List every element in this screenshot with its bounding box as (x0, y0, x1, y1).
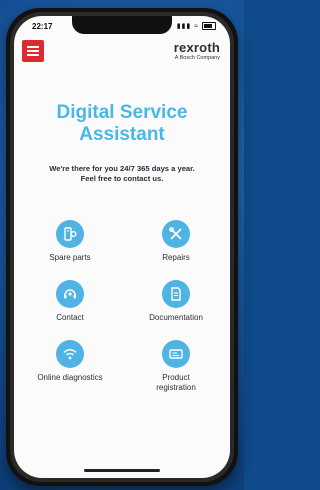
headset-icon (64, 289, 76, 299)
registration-card-icon (169, 349, 183, 359)
tile-documentation[interactable]: Documentation (131, 280, 221, 323)
page-subtitle-line1: We're there for you 24/7 365 days a year… (49, 164, 195, 173)
tile-contact[interactable]: Contact (25, 280, 115, 323)
tile-label-line1: Product (162, 373, 190, 382)
spare-parts-icon (64, 227, 77, 241)
product-registration-icon-circle (162, 340, 190, 368)
document-icon (171, 287, 181, 301)
battery-icon (202, 22, 216, 31)
status-icons: ▮▮▮ ≈ (176, 22, 216, 31)
repairs-icon-circle (162, 220, 190, 248)
online-diagnostics-icon-circle (56, 340, 84, 368)
page-subtitle-line2: Feel free to contact us. (80, 174, 164, 183)
hamburger-menu-icon (27, 54, 39, 56)
menu-button[interactable] (22, 40, 44, 62)
tile-online-diagnostics[interactable]: Online diagnostics (25, 340, 115, 383)
phone-notch (72, 16, 172, 34)
spare-parts-icon-circle (56, 220, 84, 248)
status-time: 22:17 (32, 22, 53, 31)
documentation-icon-circle (162, 280, 190, 308)
tile-spare-parts[interactable]: Spare parts (25, 220, 115, 263)
tile-product-registration[interactable]: Product registration (131, 340, 221, 393)
tile-label: Documentation (149, 313, 203, 322)
signal-icon: ▮▮▮ (176, 23, 192, 30)
home-indicator[interactable] (84, 469, 160, 472)
page-title-line1: Digital Service (56, 102, 188, 123)
contact-icon-circle (56, 280, 84, 308)
hamburger-menu-icon (27, 46, 39, 48)
wifi-icon: ≈ (194, 23, 200, 30)
brand-subtitle: A Bosch Company (174, 55, 220, 61)
phone-frame: 22:17 ▮▮▮ ≈ rexroth A Bosch Company Digi… (6, 8, 238, 486)
page-title-line2: Assistant (79, 124, 165, 145)
phone-screen: 22:17 ▮▮▮ ≈ rexroth A Bosch Company Digi… (14, 16, 230, 478)
wrench-screwdriver-icon (169, 227, 182, 240)
brand-name: rexroth (173, 40, 220, 55)
tile-label: Spare parts (49, 253, 91, 262)
tile-label-line2: registration (156, 383, 196, 392)
hamburger-menu-icon (27, 50, 39, 52)
brand-logo[interactable]: rexroth A Bosch Company (174, 41, 220, 62)
page-title: Digital Service Assistant (14, 102, 230, 146)
tile-repairs[interactable]: Repairs (131, 220, 221, 263)
page-subtitle: We're there for you 24/7 365 days a year… (14, 164, 230, 184)
tile-label: Contact (56, 313, 84, 322)
tile-label: Product registration (131, 373, 221, 393)
tile-label: Online diagnostics (37, 373, 103, 382)
wifi-diagnostics-icon (63, 349, 77, 360)
tile-label: Repairs (162, 253, 190, 262)
